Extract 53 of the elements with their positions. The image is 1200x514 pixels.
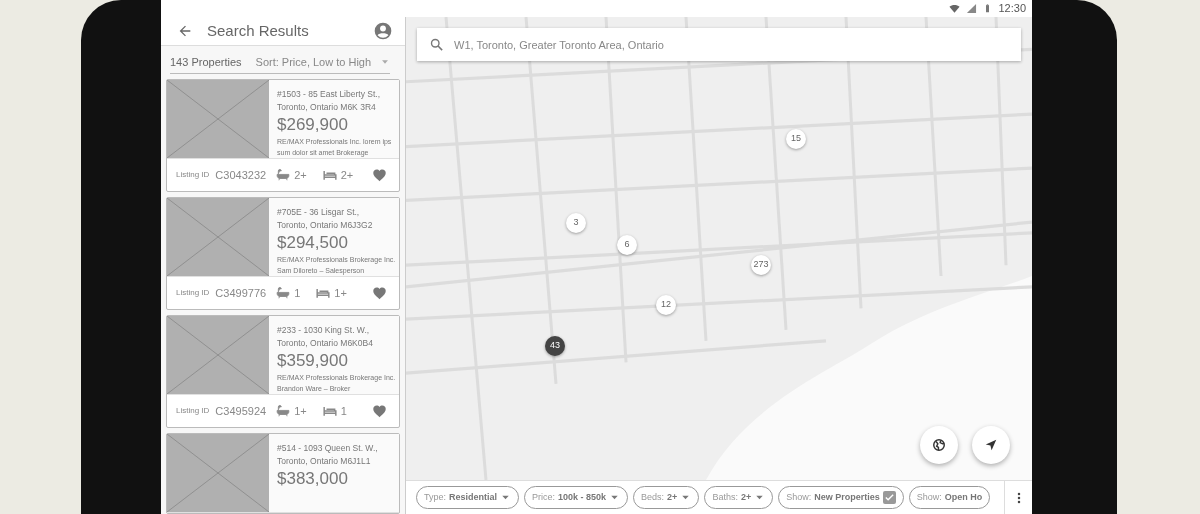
listing-id: C3043232: [215, 167, 267, 183]
navigation-arrow-icon: [984, 438, 998, 452]
filter-chip[interactable]: Show: New Properties: [778, 486, 904, 509]
address: #1503 - 85 East Liberty St.,: [277, 88, 381, 101]
account-icon[interactable]: [373, 20, 393, 41]
bath-count: 1: [294, 285, 301, 301]
address: #233 - 1030 King St. W.,: [277, 324, 371, 337]
bed-icon: [316, 286, 331, 300]
listing-id-label: Listing ID: [176, 287, 210, 299]
search-field[interactable]: W1, Toronto, Greater Toronto Area, Ontario: [417, 28, 1021, 61]
bathtub-icon: [276, 168, 291, 182]
property-count: 143 Properties: [170, 54, 242, 70]
address: Toronto, Ontario M6J3G2: [277, 219, 374, 232]
bed-count: 1+: [334, 285, 347, 301]
filter-chip[interactable]: Type: Residential: [416, 486, 520, 509]
listing-id: C3499776: [215, 285, 267, 301]
globe-icon: [932, 438, 946, 452]
address: Toronto, Ontario M6K 3R4: [277, 101, 377, 114]
checkbox[interactable]: [882, 491, 896, 504]
address: Toronto, Ontario M6K0B4: [277, 337, 374, 350]
signal-icon: [966, 3, 978, 14]
heart-icon[interactable]: [372, 167, 387, 183]
bathtub-icon: [276, 286, 291, 300]
address: Toronto, Ontario M6J1L1: [277, 455, 372, 468]
address: #705E - 36 Lisgar St.,: [277, 206, 361, 219]
listing-id: C3495924: [215, 403, 267, 419]
address: #514 - 1093 Queen St. W.,: [277, 442, 378, 455]
bed-icon: [322, 168, 337, 182]
status-time: 12:30: [998, 1, 1026, 17]
filter-chip[interactable]: Beds: 2+: [633, 486, 700, 509]
bed-count: 1: [340, 403, 347, 419]
filter-chip[interactable]: Show: Open Ho: [908, 486, 991, 509]
sort-dropdown[interactable]: Sort: Price, Low to High: [255, 53, 390, 70]
listing-id-label: Listing ID: [176, 169, 210, 181]
price: $269,900: [277, 114, 349, 136]
price: $359,900: [277, 350, 349, 372]
bath-count: 1+: [294, 403, 307, 419]
search-icon: [429, 37, 444, 52]
bath-count: 2+: [294, 167, 307, 183]
heart-icon[interactable]: [372, 403, 387, 419]
bathtub-icon: [276, 404, 291, 418]
heart-icon[interactable]: [372, 285, 387, 301]
bed-icon: [322, 404, 337, 418]
listing-id-label: Listing ID: [176, 405, 210, 417]
filter-chip[interactable]: Price: 100k - 850k: [524, 486, 629, 509]
listing-card[interactable]: #514 - 1093 Queen St. W., Toronto, Ontario M6J1L1 $383,000: [166, 433, 400, 514]
price: $383,000: [277, 468, 349, 490]
sort-label: Sort: Price, Low to High: [255, 54, 372, 70]
filter-chip[interactable]: Baths: 2+: [704, 486, 774, 509]
wifi-icon: [949, 3, 961, 14]
price: $294,500: [277, 232, 349, 254]
header-title: Search Results: [207, 20, 310, 41]
bed-count: 2+: [340, 167, 354, 183]
